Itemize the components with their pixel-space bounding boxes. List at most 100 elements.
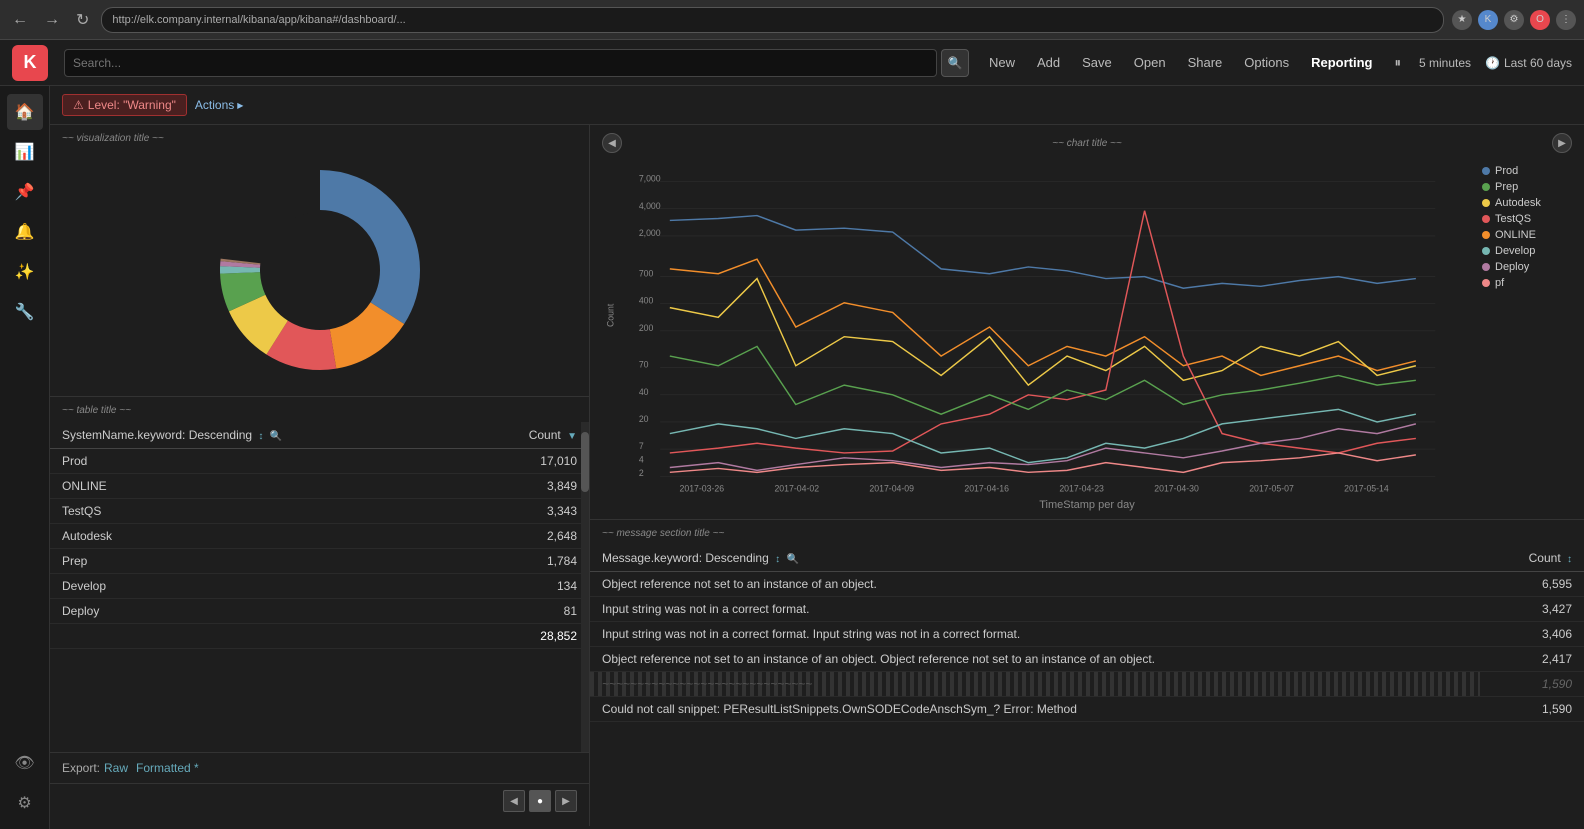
message-count: 2,417	[1480, 647, 1584, 672]
count-sort-icon[interactable]: ▼	[567, 431, 577, 442]
sidebar-tools[interactable]: 🔧	[7, 294, 43, 330]
refresh-button[interactable]: ↻	[72, 6, 93, 34]
legend-label: pf	[1495, 277, 1504, 289]
actions-button[interactable]: Actions	[195, 98, 244, 112]
search-button[interactable]: 🔍	[941, 49, 969, 77]
opera-icon[interactable]: O	[1530, 10, 1550, 30]
table-row: Prep1,784	[50, 549, 589, 574]
chart-prev-btn[interactable]: ◀	[602, 133, 622, 153]
system-name-cell: Deploy	[50, 599, 466, 624]
sidebar-charts[interactable]: 📊	[7, 134, 43, 170]
system-name-cell: ONLINE	[50, 474, 466, 499]
extension-icon[interactable]: ⚙	[1504, 10, 1524, 30]
message-cell: Input string was not in a correct format…	[590, 622, 1480, 647]
app-header: K 🔍 New Add Save Open Share Options Repo…	[0, 40, 1584, 86]
header-actions: New Add Save Open Share Options Reportin…	[985, 53, 1572, 73]
export-raw[interactable]: Raw	[104, 761, 128, 775]
save-button[interactable]: Save	[1078, 53, 1116, 72]
svg-text:4: 4	[639, 455, 644, 465]
legend-item: Autodesk	[1482, 197, 1572, 209]
reporting-button[interactable]: Reporting	[1307, 53, 1376, 72]
svg-text:2017-04-16: 2017-04-16	[964, 484, 1009, 494]
options-button[interactable]: Options	[1240, 53, 1293, 72]
donut-title: ~~ visualization title ~~	[62, 133, 577, 144]
count-col-header: Count ▼	[466, 422, 589, 449]
legend-dot	[1482, 231, 1490, 239]
chart-next-btn[interactable]: ▶	[1552, 133, 1572, 153]
svg-text:2017-04-02: 2017-04-02	[774, 484, 819, 494]
msg-count-col-label: Count	[1529, 551, 1561, 565]
url-bar[interactable]: http://elk.company.internal/kibana/app/k…	[101, 7, 1444, 33]
svg-text:4,000: 4,000	[639, 201, 661, 211]
legend-dot	[1482, 167, 1490, 175]
message-count: 3,406	[1480, 622, 1584, 647]
browser-icons: ★ K ⚙ O ⋮	[1452, 10, 1576, 30]
search-icon[interactable]: 🔍	[270, 431, 282, 442]
dashboard: ~~ visualization title ~~	[50, 125, 1584, 826]
pagination-bar: ◀ ● ▶	[50, 783, 589, 818]
system-data-table: SystemName.keyword: Descending ↕ 🔍 Count…	[50, 422, 589, 649]
open-button[interactable]: Open	[1130, 53, 1170, 72]
system-name-cell: Prep	[50, 549, 466, 574]
clock-icon: 🕐	[1485, 56, 1500, 70]
page-prev[interactable]: ◀	[503, 790, 525, 812]
svg-text:2017-04-23: 2017-04-23	[1059, 484, 1104, 494]
sidebar-eye[interactable]: 👁	[7, 745, 43, 781]
total-count: 28,852	[466, 624, 589, 649]
svg-text:70: 70	[639, 360, 649, 370]
filter-bar: Level: "Warning" Actions	[50, 86, 1584, 125]
msg-count-sort-icon[interactable]: ↕	[1567, 554, 1572, 565]
message-cell: Object reference not set to an instance …	[590, 572, 1480, 597]
svg-text:400: 400	[639, 296, 654, 306]
url-text: http://elk.company.internal/kibana/app/k…	[112, 14, 405, 26]
svg-text:20: 20	[639, 414, 649, 424]
export-formatted[interactable]: Formatted *	[136, 761, 199, 775]
msg-count-col-header: Count ↕	[1480, 545, 1584, 572]
system-table-title: ~~ table title ~~	[50, 405, 589, 422]
count-cell: 2,648	[466, 524, 589, 549]
scroll-indicator[interactable]	[581, 422, 589, 752]
chart-canvas: 7,000 4,000 2,000 700 400 200 70 40 20 7	[602, 157, 1474, 497]
msg-sort-icon[interactable]: ↕	[775, 554, 780, 565]
menu-icon[interactable]: ⋮	[1556, 10, 1576, 30]
legend-dot	[1482, 183, 1490, 191]
new-button[interactable]: New	[985, 53, 1019, 72]
svg-text:700: 700	[639, 269, 654, 279]
legend-item: Prep	[1482, 181, 1572, 193]
right-panel: ◀ ~~ chart title ~~ ▶ 7,000 4,000 2,000 …	[590, 125, 1584, 826]
message-count: 1,590	[1480, 697, 1584, 722]
sidebar-discover[interactable]: 📌	[7, 174, 43, 210]
total-label	[50, 624, 466, 649]
legend-dot	[1482, 247, 1490, 255]
svg-text:2,000: 2,000	[639, 228, 661, 238]
chart-title: ~~ chart title ~~	[622, 138, 1552, 149]
sidebar-star[interactable]: ✨	[7, 254, 43, 290]
sidebar-home[interactable]: 🏠	[7, 94, 43, 130]
profile-icon[interactable]: K	[1478, 10, 1498, 30]
sort-icon[interactable]: ↕	[258, 431, 263, 442]
interval-display: 5 minutes	[1419, 56, 1471, 70]
msg-search-icon[interactable]: 🔍	[786, 554, 798, 565]
scroll-thumb	[581, 432, 589, 492]
message-row: Object reference not set to an instance …	[590, 572, 1584, 597]
sidebar-alerts[interactable]: 🔔	[7, 214, 43, 250]
add-button[interactable]: Add	[1033, 53, 1064, 72]
legend-label: ONLINE	[1495, 229, 1536, 241]
forward-button[interactable]: →	[40, 7, 64, 33]
left-panel: ~~ visualization title ~~	[50, 125, 590, 826]
chart-legend: ProdPrepAutodeskTestQSONLINEDevelopDeplo…	[1482, 157, 1572, 497]
back-button[interactable]: ←	[8, 7, 32, 33]
page-circle[interactable]: ●	[529, 790, 551, 812]
page-next[interactable]: ▶	[555, 790, 577, 812]
pause-button[interactable]: ⏸	[1390, 53, 1405, 73]
app-logo: K	[12, 45, 48, 81]
count-cell: 3,343	[466, 499, 589, 524]
svg-text:2017-04-09: 2017-04-09	[869, 484, 914, 494]
star-icon[interactable]: ★	[1452, 10, 1472, 30]
filter-tag-warning[interactable]: Level: "Warning"	[62, 94, 187, 116]
message-row: Input string was not in a correct format…	[590, 622, 1584, 647]
time-range-display: 🕐 Last 60 days	[1485, 56, 1572, 70]
sidebar-settings[interactable]: ⚙	[7, 785, 43, 821]
share-button[interactable]: Share	[1184, 53, 1227, 72]
search-input[interactable]	[64, 49, 937, 77]
